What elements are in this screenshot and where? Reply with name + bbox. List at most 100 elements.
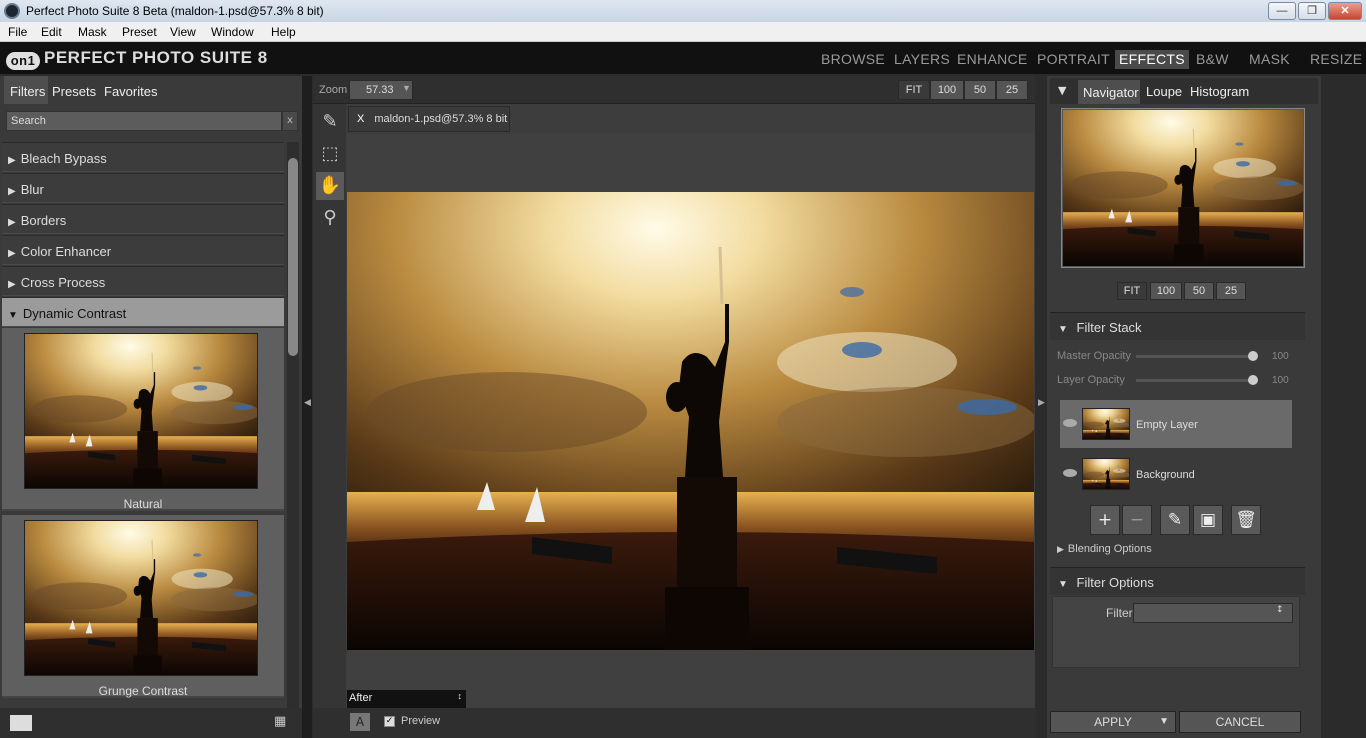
add-layer-button[interactable]: +: [1090, 505, 1120, 535]
logo-mark: on1: [6, 52, 40, 70]
chevron-down-icon[interactable]: ▼: [1159, 712, 1169, 732]
module-tab-layers[interactable]: LAYERS: [890, 50, 954, 69]
menu-help[interactable]: Help: [271, 22, 296, 39]
crop-tool-icon[interactable]: ⬚: [316, 140, 344, 168]
merge-layer-icon[interactable]: ▣: [1193, 505, 1223, 535]
navigator-preview[interactable]: [1063, 110, 1303, 266]
main-photo-canvas[interactable]: [347, 192, 1034, 650]
blending-options-toggle[interactable]: ▶ Blending Options: [1057, 543, 1152, 555]
layer-row-empty[interactable]: Empty Layer: [1060, 400, 1292, 448]
filter-item-color-enhancer[interactable]: ▶ Color Enhancer: [2, 235, 284, 265]
preset-preview-image: [24, 333, 258, 489]
tab-favorites[interactable]: Favorites: [104, 84, 157, 99]
collapse-right-icon[interactable]: ▶: [1038, 398, 1045, 408]
layer-thumbnail: [1082, 408, 1130, 440]
module-tab-effects[interactable]: EFFECTS: [1115, 50, 1189, 69]
filter-item-cross-process[interactable]: ▶ Cross Process: [2, 266, 284, 296]
filter-select[interactable]: [1133, 603, 1293, 623]
tab-navigator[interactable]: Navigator: [1078, 80, 1140, 104]
view-mode-select[interactable]: After ↕: [347, 690, 466, 708]
close-document-icon[interactable]: X: [357, 113, 364, 125]
filter-item-borders[interactable]: ▶ Borders: [2, 204, 284, 234]
tab-presets[interactable]: Presets: [52, 84, 96, 99]
clear-search-button[interactable]: x: [282, 111, 298, 131]
collapse-triangle-icon[interactable]: ▼: [1058, 84, 1066, 97]
collapse-triangle-icon: ▼: [8, 310, 18, 321]
layer-opacity-slider[interactable]: [1136, 375, 1258, 385]
module-tab-bw[interactable]: B&W: [1192, 50, 1233, 69]
scrollbar-thumb[interactable]: [288, 158, 298, 356]
filter-item-blur[interactable]: ▶ Blur: [2, 173, 284, 203]
filter-label: Filter: [1106, 606, 1133, 620]
nav-zoom-fit-button[interactable]: FIT: [1117, 282, 1147, 300]
module-tab-portrait[interactable]: PORTRAIT: [1033, 50, 1114, 69]
chevron-down-icon: ▼: [402, 83, 411, 93]
compare-a-button[interactable]: A: [350, 713, 370, 731]
right-splitter[interactable]: ▶: [1036, 76, 1046, 738]
expand-triangle-icon: ▶: [8, 248, 16, 259]
eye-icon[interactable]: [1063, 419, 1077, 427]
zoom-tool-icon[interactable]: ⚲: [316, 204, 344, 232]
hand-tool-icon[interactable]: ✋: [316, 172, 344, 200]
filter-item-dynamic-contrast[interactable]: ▼ Dynamic Contrast: [2, 297, 284, 327]
left-splitter[interactable]: ◀: [302, 76, 312, 738]
zoom-50-button[interactable]: 50: [964, 80, 996, 100]
cancel-button[interactable]: CANCEL: [1179, 711, 1301, 733]
layer-row-background[interactable]: Background: [1060, 450, 1292, 498]
menu-file[interactable]: File: [8, 22, 27, 39]
eye-icon[interactable]: [1063, 469, 1077, 477]
left-panel-footer: ▦: [0, 708, 302, 738]
app-icon: [4, 3, 20, 19]
filter-item-label: Dynamic Contrast: [22, 306, 127, 321]
filter-stack-header[interactable]: ▼ Filter Stack: [1050, 312, 1305, 340]
slider-knob[interactable]: [1248, 375, 1258, 385]
single-view-icon[interactable]: [10, 715, 32, 731]
nav-zoom-50-button[interactable]: 50: [1184, 282, 1214, 300]
filter-item-label: Color Enhancer: [20, 244, 112, 259]
blending-options-label: Blending Options: [1067, 543, 1152, 555]
slider-knob[interactable]: [1248, 351, 1258, 361]
tab-filters[interactable]: Filters: [4, 76, 48, 104]
preset-thumbnail-grunge-contrast[interactable]: Grunge Contrast: [2, 515, 284, 698]
maximize-button[interactable]: ❐: [1298, 2, 1326, 20]
zoom-input[interactable]: 57.33 ▼: [349, 80, 413, 100]
right-edge-area: [1321, 76, 1366, 738]
nav-zoom-25-button[interactable]: 25: [1216, 282, 1246, 300]
remove-layer-button[interactable]: −: [1122, 505, 1152, 535]
zoom-100-button[interactable]: 100: [930, 80, 964, 100]
module-tab-enhance[interactable]: ENHANCE: [953, 50, 1032, 69]
filter-options-header[interactable]: ▼ Filter Options: [1050, 567, 1305, 595]
zoom-25-button[interactable]: 25: [996, 80, 1028, 100]
module-tab-browse[interactable]: BROWSE: [817, 50, 889, 69]
zoom-label: Zoom: [319, 84, 348, 96]
nav-zoom-100-button[interactable]: 100: [1150, 282, 1182, 300]
close-window-button[interactable]: ✕: [1328, 2, 1362, 20]
menu-preset[interactable]: Preset: [122, 22, 157, 39]
module-tab-mask[interactable]: MASK: [1245, 50, 1294, 69]
tab-loupe[interactable]: Loupe: [1146, 84, 1182, 99]
document-tab-label: maldon-1.psd@57.3% 8 bit: [374, 113, 508, 125]
menu-window[interactable]: Window: [211, 22, 254, 39]
trash-icon[interactable]: 🗑: [1231, 505, 1261, 535]
module-tab-resize[interactable]: RESIZE: [1306, 50, 1366, 69]
menu-mask[interactable]: Mask: [78, 22, 107, 39]
document-tab[interactable]: Xmaldon-1.psd@57.3% 8 bit: [348, 106, 510, 132]
filter-search-input[interactable]: Search: [6, 111, 282, 131]
collapse-triangle-icon: ▼: [1058, 324, 1068, 335]
minimize-button[interactable]: —: [1268, 2, 1296, 20]
preview-checkbox[interactable]: ✓: [384, 716, 395, 727]
add-mask-icon[interactable]: ✎: [1160, 505, 1190, 535]
zoom-fit-button[interactable]: FIT: [898, 80, 930, 100]
menu-view[interactable]: View: [170, 22, 196, 39]
filter-item-bleach-bypass[interactable]: ▶ Bleach Bypass: [2, 142, 284, 172]
grid-view-icon[interactable]: ▦: [274, 714, 298, 730]
zoom-value: 57.33: [366, 84, 394, 96]
master-opacity-slider[interactable]: [1136, 351, 1258, 361]
preset-thumbnail-natural[interactable]: Natural: [2, 328, 284, 511]
apply-button[interactable]: APPLY ▼: [1050, 711, 1176, 733]
collapse-left-icon[interactable]: ◀: [304, 398, 311, 408]
tab-histogram[interactable]: Histogram: [1190, 84, 1249, 99]
brush-tool-icon[interactable]: ✎: [316, 108, 344, 136]
filter-item-label: Cross Process: [20, 275, 106, 290]
menu-edit[interactable]: Edit: [41, 22, 62, 39]
